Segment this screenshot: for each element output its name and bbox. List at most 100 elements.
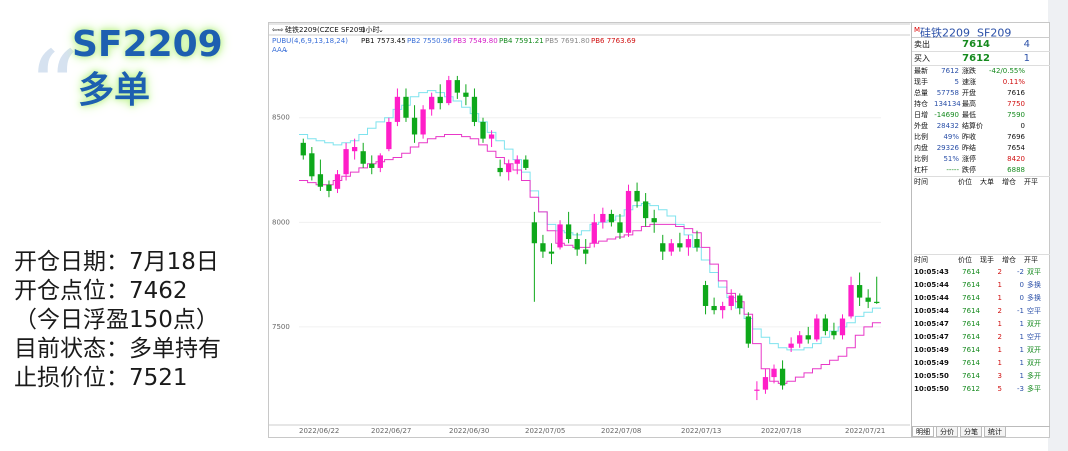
x-tick-label: 2022/06/22 bbox=[299, 427, 339, 435]
candle-body bbox=[839, 318, 846, 336]
tick-oi-change: -1 bbox=[1017, 307, 1024, 315]
candle bbox=[600, 207, 606, 229]
candle-body bbox=[694, 239, 700, 248]
candle bbox=[300, 138, 306, 160]
candle-body bbox=[600, 213, 606, 223]
candle-body bbox=[386, 121, 392, 150]
toolbar[interactable]: ⇦⇨ 硅铁2209 (CZCE SF209) 1小时 ⌄ bbox=[272, 25, 384, 34]
candle-body bbox=[488, 134, 495, 139]
bid-qty: 1 bbox=[1023, 53, 1030, 64]
y-axis: 8500 8000 7500 bbox=[272, 114, 290, 331]
chevron-down-icon[interactable]: ⌄ bbox=[283, 46, 289, 54]
candle-body bbox=[394, 96, 401, 122]
stats-value: 0.11% bbox=[1002, 78, 1025, 86]
candle bbox=[548, 243, 555, 265]
panel-tab[interactable]: 统计 bbox=[984, 427, 1006, 437]
candle bbox=[454, 75, 460, 99]
candle bbox=[874, 276, 880, 304]
stats-label: 开盘 bbox=[962, 89, 976, 97]
candle bbox=[437, 84, 443, 110]
tick-oi-change: -3 bbox=[1017, 385, 1024, 393]
stats-label: 速涨 bbox=[962, 78, 976, 86]
candle bbox=[463, 84, 469, 106]
stats-value: -42/0.55% bbox=[988, 67, 1025, 75]
stats-value: 134134 bbox=[934, 100, 961, 108]
candle bbox=[856, 272, 863, 306]
stats-value: 7654 bbox=[1007, 144, 1025, 152]
stats-row: 比例 49% 昨收 7696 bbox=[914, 132, 1050, 143]
tick-row: 10:05:50 7612 5 -3 多平 bbox=[914, 383, 1050, 396]
candle-body bbox=[660, 243, 666, 252]
bid-row: 买入 7612 1 bbox=[912, 52, 1050, 66]
x-tick-label: 2022/06/30 bbox=[449, 427, 489, 435]
candle bbox=[762, 368, 769, 394]
candle-body bbox=[540, 243, 546, 252]
candle bbox=[394, 88, 401, 127]
candle bbox=[343, 142, 349, 181]
stats-value: 7590 bbox=[1007, 111, 1025, 119]
stop-loss: 止损价位：7521 bbox=[14, 365, 188, 391]
candle bbox=[728, 289, 734, 311]
stats-value: 7612 bbox=[941, 67, 959, 75]
stats-label: 结算价 bbox=[962, 122, 983, 130]
tick-list: 10:05:43 7614 2 -2 双平 10:05:44 7614 1 0 多换 10:05:4… bbox=[914, 266, 1050, 396]
y-tick-label: 7500 bbox=[272, 323, 290, 331]
tick-time: 10:05:49 bbox=[914, 359, 949, 367]
candle bbox=[583, 239, 589, 265]
candle bbox=[625, 184, 632, 237]
stats-value: 49% bbox=[943, 133, 959, 141]
tick-price: 7614 bbox=[962, 294, 980, 302]
candle bbox=[634, 182, 640, 208]
candle-body bbox=[471, 96, 478, 122]
tick-type: 空平 bbox=[1027, 307, 1041, 315]
tick-row: 10:05:49 7614 1 1 双开 bbox=[914, 344, 1050, 357]
candle bbox=[403, 88, 409, 122]
candle-body bbox=[583, 249, 589, 254]
tick-volume: 5 bbox=[997, 385, 1002, 393]
candle-body bbox=[685, 239, 692, 248]
column-header: 时间 bbox=[914, 178, 928, 186]
indicator-value: PB1 7573.45 bbox=[361, 37, 406, 45]
tick-time: 10:05:50 bbox=[914, 385, 949, 393]
candle bbox=[720, 301, 726, 319]
candle-body bbox=[762, 377, 769, 390]
candle-body bbox=[617, 222, 623, 233]
toolbar-title: 硅铁2209 bbox=[285, 25, 317, 34]
stats-value: 7616 bbox=[1007, 89, 1025, 97]
chart-grid bbox=[269, 117, 910, 426]
stats-value: 29326 bbox=[936, 144, 959, 152]
position-direction: 多单 bbox=[78, 70, 151, 111]
panel-tab[interactable]: 分价 bbox=[936, 427, 958, 437]
candle bbox=[334, 170, 341, 194]
chevron-down-icon[interactable]: ⌄ bbox=[378, 26, 384, 34]
candle bbox=[702, 280, 709, 315]
candle-body bbox=[745, 316, 751, 344]
candle-body bbox=[779, 368, 786, 386]
stats-label: 内盘 bbox=[914, 144, 928, 152]
stats-value: 0 bbox=[1020, 122, 1025, 130]
tick-type: 双平 bbox=[1027, 268, 1041, 276]
floating-profit: （今日浮盈150点） bbox=[14, 307, 219, 333]
stats-table: 最新 7612 涨跌 -42/0.55% 现手 5 速涨 0.11% 总量 57758 开盘 7616… bbox=[912, 66, 1050, 176]
panel-tab[interactable]: 明细 bbox=[912, 427, 934, 437]
kline-chart[interactable]: ⇦⇨ 硅铁2209 (CZCE SF209) 1小时 ⌄ PUBU(4,6,9,… bbox=[269, 23, 910, 437]
panel-tab[interactable]: 分笔 bbox=[960, 427, 982, 437]
period-select[interactable]: 1小时 bbox=[361, 25, 379, 34]
indicator-value: PB4 7591.21 bbox=[499, 37, 544, 45]
ask-price: 7614 bbox=[962, 39, 990, 50]
tick-oi-change: 1 bbox=[1019, 359, 1024, 367]
tick-type: 多换 bbox=[1027, 281, 1041, 289]
candle bbox=[446, 75, 452, 106]
x-tick-label: 2022/07/18 bbox=[761, 427, 801, 435]
candle bbox=[745, 312, 751, 348]
hero-title: SF2209 多单 bbox=[72, 22, 223, 114]
candle-body bbox=[506, 163, 512, 173]
indicator-name[interactable]: PUBU(4,6,9,13,18,24) bbox=[272, 37, 348, 45]
candle-body bbox=[523, 159, 529, 168]
column-header: 增仓 bbox=[1002, 178, 1016, 186]
toolbar-icon[interactable]: ⇦⇨ bbox=[272, 26, 284, 34]
candle bbox=[651, 209, 657, 233]
tick-volume: 2 bbox=[997, 333, 1002, 341]
candle bbox=[822, 314, 829, 336]
stats-value: 7750 bbox=[1007, 100, 1025, 108]
